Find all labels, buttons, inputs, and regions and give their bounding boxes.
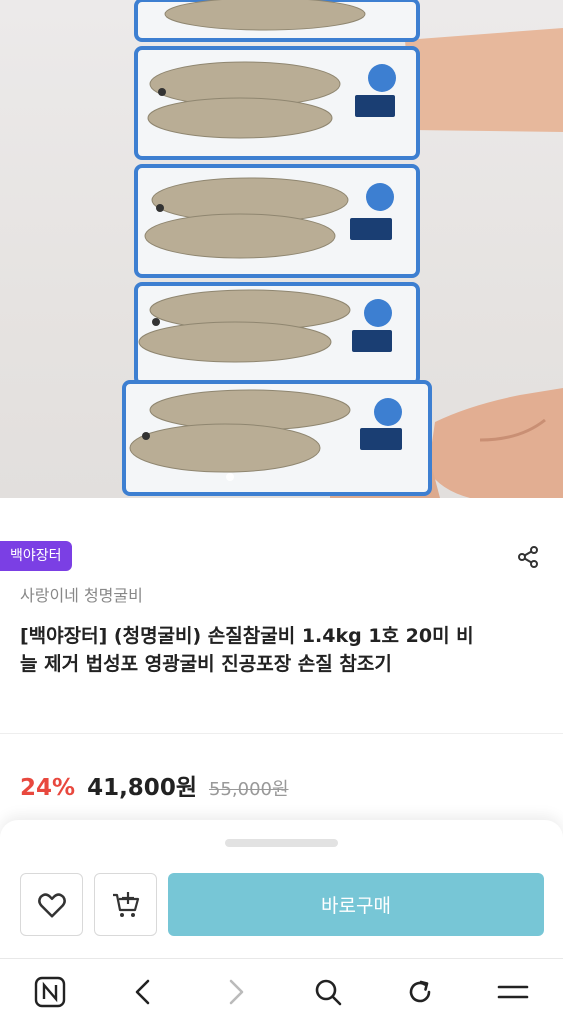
share-icon	[518, 546, 538, 568]
seller-name[interactable]: 사랑이네 청명굴비	[20, 582, 143, 606]
menu-button[interactable]	[494, 973, 532, 1011]
back-icon	[135, 979, 150, 1005]
browser-nav-bar	[0, 958, 563, 1024]
product-page: 백야장터 사랑이네 청명굴비 [백야장터] (청명굴비) 손질참굴비 1.4kg…	[0, 0, 563, 1024]
buy-now-button[interactable]: 바로구매	[168, 873, 544, 936]
discount-rate: 24%	[20, 775, 76, 801]
refresh-icon	[409, 980, 431, 1003]
share-button[interactable]	[514, 543, 542, 571]
back-button[interactable]	[124, 973, 162, 1011]
product-image[interactable]	[0, 0, 563, 498]
wish-button[interactable]	[20, 873, 83, 936]
purchase-sheet: 바로구매	[0, 820, 563, 958]
forward-icon	[229, 979, 244, 1005]
menu-icon	[497, 985, 529, 999]
search-button[interactable]	[309, 973, 347, 1011]
forward-button[interactable]	[217, 973, 255, 1011]
cart-add-icon	[112, 891, 139, 917]
product-title: [백야장터] (청명굴비) 손질참굴비 1.4kg 1호 20미 비늘 제거 법…	[20, 625, 474, 675]
naver-home-button[interactable]	[31, 973, 69, 1011]
sale-price: 41,800원	[87, 775, 197, 801]
refresh-button[interactable]	[401, 973, 439, 1011]
naver-home-icon	[34, 976, 66, 1008]
search-icon	[315, 979, 342, 1006]
price-row: 24% 41,800원 55,000원	[20, 768, 289, 802]
add-to-cart-button[interactable]	[94, 873, 157, 936]
fish-pack-photo	[122, 0, 563, 498]
sheet-handle[interactable]	[225, 839, 338, 847]
carousel-indicator-dot[interactable]	[226, 473, 234, 481]
divider	[0, 733, 563, 734]
original-price: 55,000원	[208, 779, 289, 800]
heart-icon	[37, 892, 66, 917]
shop-badge[interactable]: 백야장터	[0, 541, 72, 571]
